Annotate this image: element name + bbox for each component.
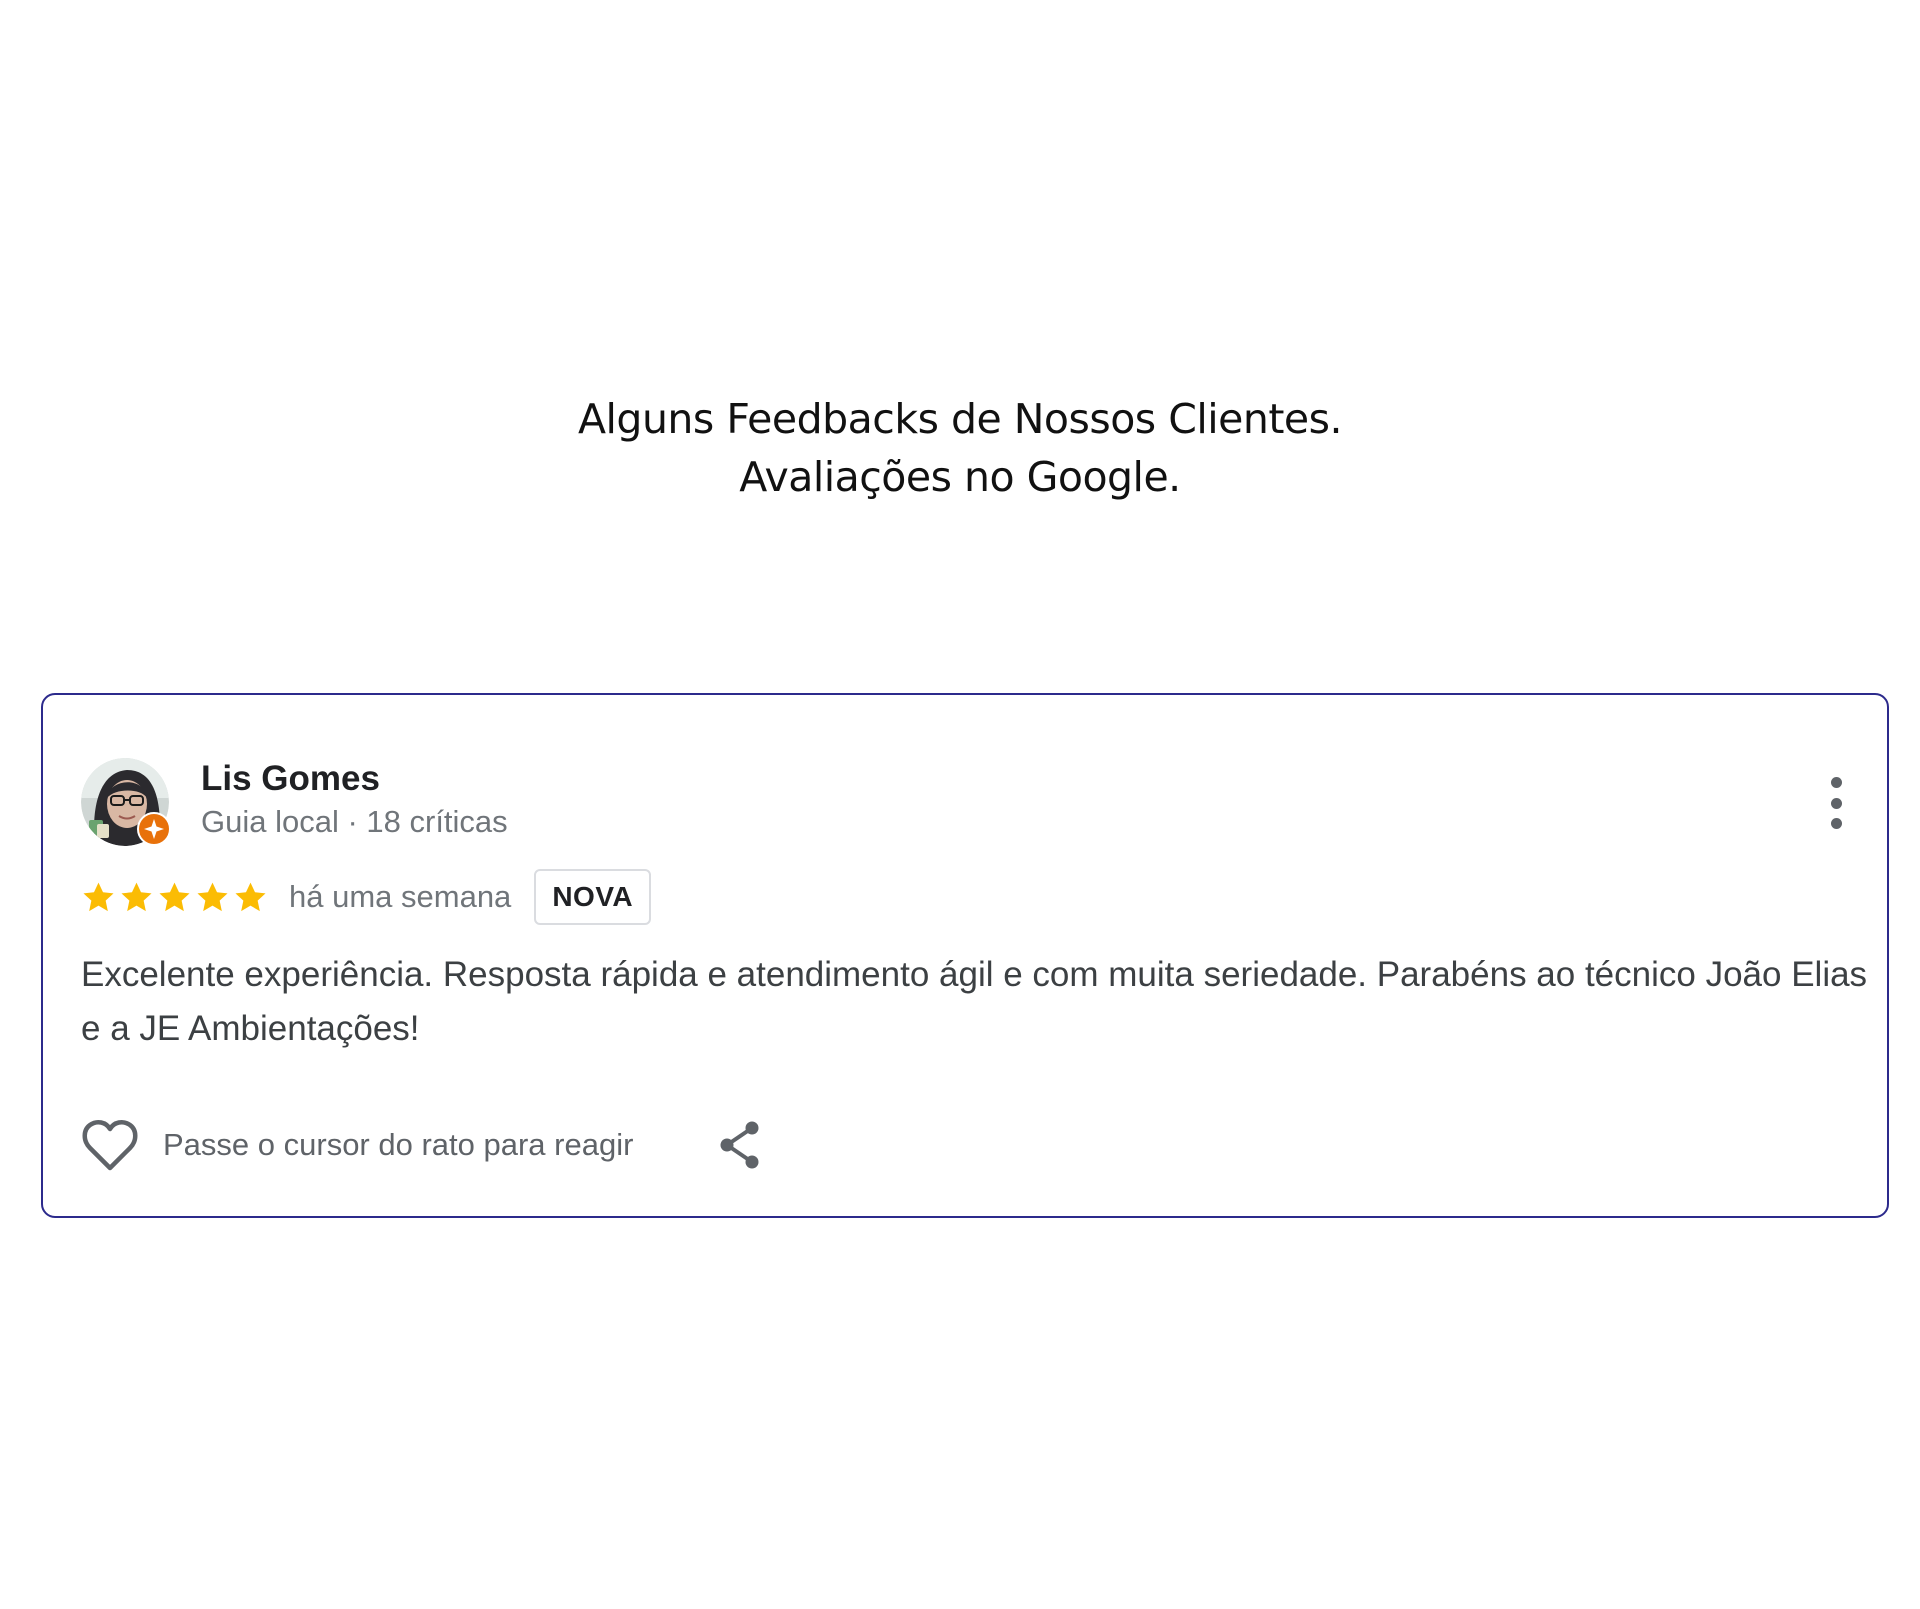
local-guide-badge-icon <box>137 812 171 846</box>
more-options-button[interactable] <box>1821 777 1851 829</box>
page-heading: Alguns Feedbacks de Nossos Clientes. Ava… <box>0 390 1920 506</box>
reviewer-name[interactable]: Lis Gomes <box>201 758 380 800</box>
star-icon <box>159 882 190 911</box>
share-icon[interactable] <box>715 1118 765 1172</box>
heading-line-1: Alguns Feedbacks de Nossos Clientes. <box>577 395 1343 443</box>
star-icon <box>121 882 152 911</box>
star-rating <box>81 880 268 915</box>
review-card: Lis Gomes Guia local · 18 críticas há um… <box>41 693 1889 1218</box>
review-date: há uma semana <box>289 879 512 914</box>
rating-row: há uma semana NOVA <box>81 868 652 926</box>
heading-line-2: Avaliações no Google. <box>739 453 1181 501</box>
more-vert-icon <box>1830 777 1842 788</box>
avatar[interactable] <box>81 758 171 846</box>
react-hint: Passe o cursor do rato para reagir <box>163 1127 634 1162</box>
new-badge: NOVA <box>534 869 652 925</box>
heart-outline-icon[interactable] <box>81 1118 139 1172</box>
review-text: Excelente experiência. Resposta rápida e… <box>81 955 1868 1048</box>
review-actions: Passe o cursor do rato para reagir <box>81 1115 765 1175</box>
star-icon <box>235 882 266 911</box>
reviewer-meta: Guia local · 18 críticas <box>201 804 508 839</box>
star-icon <box>197 882 228 911</box>
star-icon <box>83 882 114 911</box>
